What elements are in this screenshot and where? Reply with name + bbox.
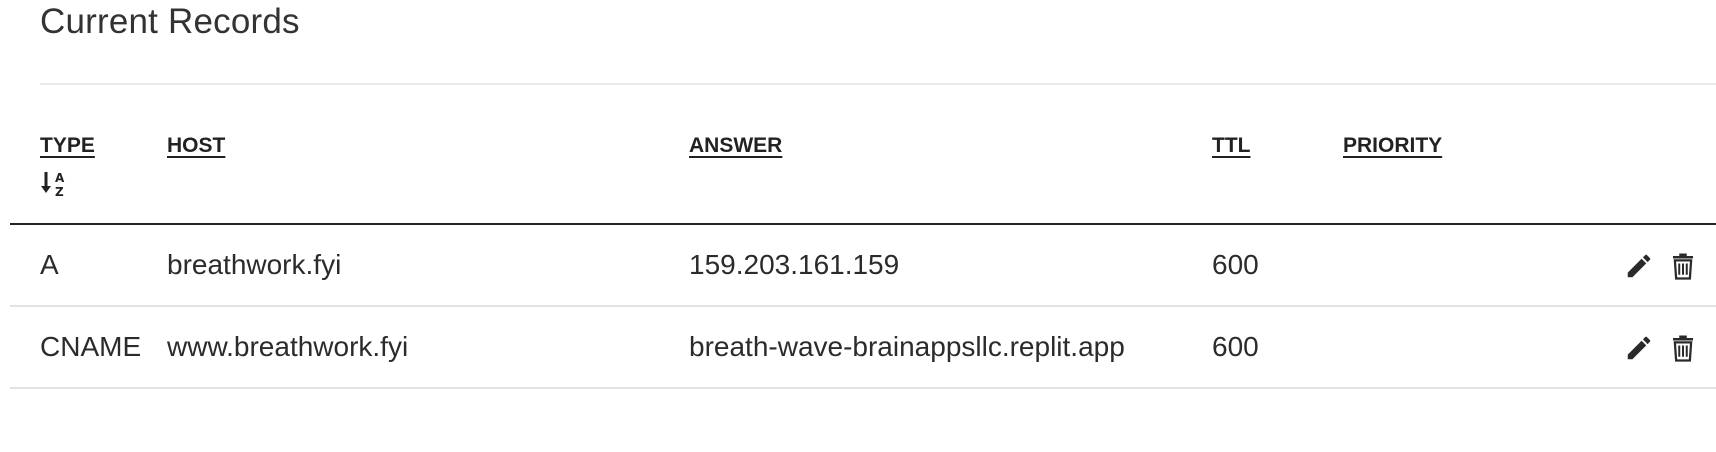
trash-icon[interactable]	[1668, 251, 1698, 281]
record-answer-cell: breath-wave-brainappsllc.replit.app	[689, 306, 1212, 389]
sort-by-type-link[interactable]: TYPE	[40, 134, 95, 157]
column-header-actions	[1563, 128, 1716, 225]
column-header-type: TYPE A Z	[10, 128, 167, 225]
column-header-ttl: TTL	[1212, 128, 1343, 225]
record-actions-cell	[1563, 224, 1716, 307]
page-title: Current Records	[40, 2, 300, 41]
sort-by-host-link[interactable]: HOST	[167, 134, 225, 157]
sort-by-answer-link[interactable]: ANSWER	[689, 134, 782, 157]
table-header-row: TYPE A Z HOST ANSWER TTL PRIORITY	[10, 128, 1716, 225]
pencil-icon[interactable]	[1624, 333, 1654, 363]
sort-by-ttl-link[interactable]: TTL	[1212, 134, 1250, 157]
trash-icon[interactable]	[1668, 333, 1698, 363]
svg-text:Z: Z	[55, 185, 64, 198]
pencil-icon[interactable]	[1624, 251, 1654, 281]
column-header-priority: PRIORITY	[1343, 128, 1563, 225]
record-answer-cell: 159.203.161.159	[689, 224, 1212, 307]
record-actions-cell	[1563, 306, 1716, 389]
record-type-cell: A	[10, 224, 167, 307]
svg-text:A: A	[55, 171, 65, 185]
table-row: CNAME www.breathwork.fyi breath-wave-bra…	[10, 306, 1716, 389]
sort-alpha-down-icon[interactable]: A Z	[40, 170, 70, 198]
dns-records-table: TYPE A Z HOST ANSWER TTL PRIORITY A brea…	[10, 128, 1716, 389]
record-host-cell: www.breathwork.fyi	[167, 306, 689, 389]
record-priority-cell	[1343, 306, 1563, 389]
record-type-cell: CNAME	[10, 306, 167, 389]
record-ttl-cell: 600	[1212, 224, 1343, 307]
title-divider	[40, 83, 1716, 85]
column-header-answer: ANSWER	[689, 128, 1212, 225]
sort-by-priority-link[interactable]: PRIORITY	[1343, 134, 1442, 157]
table-row: A breathwork.fyi 159.203.161.159 600	[10, 224, 1716, 307]
column-header-host: HOST	[167, 128, 689, 225]
record-host-cell: breathwork.fyi	[167, 224, 689, 307]
record-priority-cell	[1343, 224, 1563, 307]
record-ttl-cell: 600	[1212, 306, 1343, 389]
